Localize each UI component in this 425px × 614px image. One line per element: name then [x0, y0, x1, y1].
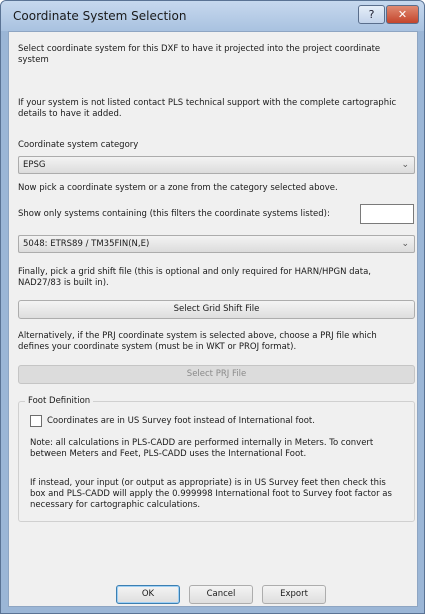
support-text-line1: If your system is not listed contact PLS…	[18, 98, 397, 108]
category-dropdown-value: EPSG	[23, 160, 46, 170]
help-button[interactable]: ?	[358, 5, 385, 24]
chevron-down-icon: ⌄	[401, 239, 409, 249]
ok-button[interactable]: OK	[116, 585, 180, 604]
grid-shift-text-line2: NAD27/83 is built in).	[18, 278, 109, 288]
close-button[interactable]: ✕	[386, 5, 419, 24]
foot-definition-group: Foot Definition Coordinates are in US Su…	[18, 396, 415, 522]
us-survey-foot-checkbox[interactable]	[30, 415, 42, 427]
category-dropdown[interactable]: EPSG ⌄	[18, 156, 415, 174]
intro-text-line1: Select coordinate system for this DXF to…	[18, 44, 381, 54]
help-icon: ?	[368, 8, 375, 21]
coordinate-system-dialog: Coordinate System Selection ? ✕ Select c…	[0, 0, 425, 614]
prj-text-line1: Alternatively, if the PRJ coordinate sys…	[18, 331, 377, 341]
coordinate-system-dropdown[interactable]: 5048: ETRS89 / TM35FIN(N,E) ⌄	[18, 235, 415, 253]
support-text-line2: details to have it added.	[18, 109, 122, 119]
system-pick-label: Now pick a coordinate system or a zone f…	[18, 183, 338, 193]
foot-note-line2: between Meters and Feet, PLS-CADD uses t…	[30, 449, 307, 459]
foot-info-line3: necessary for cartographic calculations.	[30, 500, 201, 510]
foot-info-line2: box and PLS-CADD will apply the 0.999998…	[30, 489, 392, 499]
intro-text-line2: system	[18, 55, 49, 65]
close-icon: ✕	[397, 8, 408, 21]
grid-shift-text-line1: Finally, pick a grid shift file (this is…	[18, 267, 371, 277]
us-survey-foot-label[interactable]: Coordinates are in US Survey foot instea…	[47, 416, 315, 427]
foot-definition-legend: Foot Definition	[25, 396, 94, 407]
select-prj-file-button[interactable]: Select PRJ File	[18, 365, 415, 384]
category-label: Coordinate system category	[18, 140, 139, 150]
foot-note-line1: Note: all calculations in PLS-CADD are p…	[30, 438, 374, 448]
dialog-body: Select coordinate system for this DXF to…	[8, 31, 418, 607]
select-grid-shift-file-button[interactable]: Select Grid Shift File	[18, 300, 415, 319]
chevron-down-icon: ⌄	[401, 160, 409, 170]
system-filter-input[interactable]	[360, 204, 414, 224]
title-bar[interactable]: Coordinate System Selection ? ✕	[1, 1, 424, 31]
coordinate-system-dropdown-value: 5048: ETRS89 / TM35FIN(N,E)	[23, 239, 150, 249]
prj-text-line2: defines your coordinate system (must be …	[18, 342, 297, 352]
foot-info-line1: If instead, your input (or output as app…	[30, 478, 386, 488]
system-filter-label: Show only systems containing (this filte…	[18, 209, 330, 219]
export-button[interactable]: Export	[262, 585, 326, 604]
window-title: Coordinate System Selection	[13, 9, 187, 23]
cancel-button[interactable]: Cancel	[189, 585, 253, 604]
